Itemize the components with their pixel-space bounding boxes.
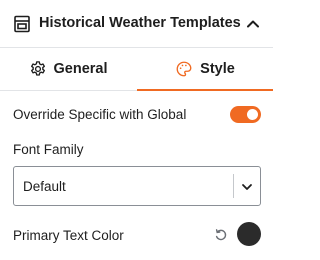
override-toggle[interactable] [230,106,261,123]
reset-icon[interactable] [214,228,228,242]
palette-icon [175,60,193,78]
tab-general[interactable]: General [0,48,136,90]
chevron-up-icon[interactable] [245,16,261,32]
tab-style[interactable]: Style [137,48,273,91]
color-swatch[interactable] [237,222,261,246]
tab-bar: General Style [0,48,273,91]
settings-panel: Historical Weather Templates General Sty… [0,0,273,260]
font-family-value: Default [23,179,66,194]
primary-text-color-label: Primary Text Color [13,228,124,243]
chevron-down-icon [240,180,254,194]
panel-header[interactable]: Historical Weather Templates [0,0,273,48]
tab-style-label: Style [200,61,235,77]
override-label: Override Specific with Global [13,107,187,122]
panel-title: Historical Weather Templates [39,15,241,31]
block-template-icon [12,14,32,34]
gear-icon [29,60,47,78]
toggle-knob [247,109,258,120]
select-divider [233,174,234,198]
font-family-select[interactable]: Default [13,166,261,206]
font-family-label: Font Family [13,142,84,157]
tab-general-label: General [53,61,108,77]
